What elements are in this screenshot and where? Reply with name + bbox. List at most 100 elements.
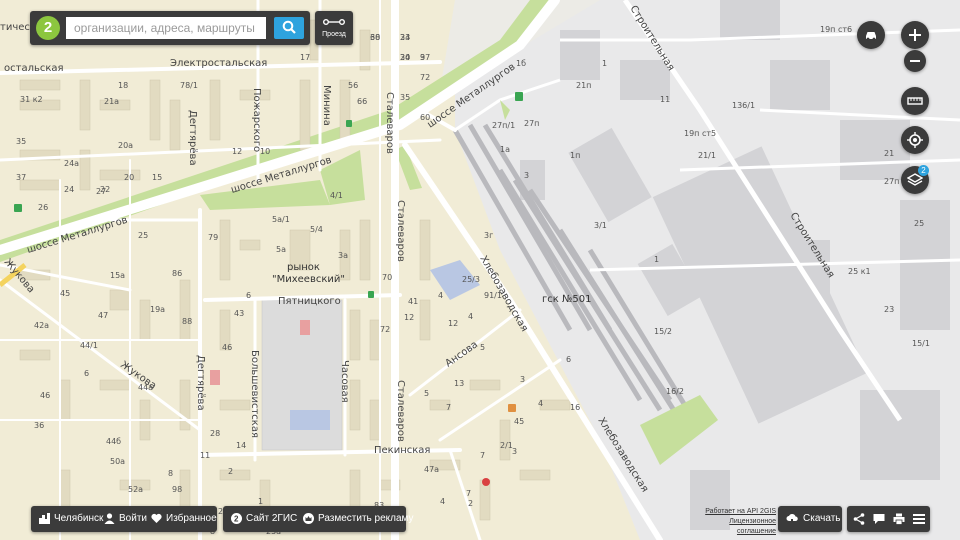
- house-number: 19п ст6: [820, 25, 852, 34]
- site-label: Сайт 2ГИС: [246, 513, 298, 524]
- site-2gis-link[interactable]: 2 Сайт 2ГИС: [231, 506, 297, 532]
- house-number: 12: [232, 147, 242, 156]
- favorites-button[interactable]: Избранное: [151, 506, 217, 532]
- house-number: 3: [524, 171, 529, 180]
- house-number: 5а: [276, 245, 286, 254]
- share-icon[interactable]: [853, 513, 865, 525]
- cloud-download-icon: [786, 514, 798, 524]
- search-button[interactable]: [274, 17, 304, 39]
- house-number: 2: [228, 467, 233, 476]
- city-selector[interactable]: Челябинск: [39, 506, 103, 532]
- layers-count-badge: 2: [918, 165, 929, 176]
- house-number: 20: [400, 53, 410, 62]
- house-number: 23: [884, 305, 894, 314]
- street-label: Часовая: [339, 360, 350, 403]
- print-icon[interactable]: [893, 513, 905, 525]
- route-button[interactable]: Проезд: [315, 11, 353, 45]
- house-number: 31 к2: [20, 95, 43, 104]
- zoom-in-button[interactable]: [901, 21, 929, 49]
- house-number: 8: [168, 469, 173, 478]
- school-building: [290, 410, 330, 430]
- house-number: 98: [172, 485, 182, 494]
- house-number: 25/3: [462, 275, 480, 284]
- house-number: 46: [222, 343, 232, 352]
- street-label: Сталеваров: [384, 92, 395, 154]
- ruler-button[interactable]: [901, 87, 929, 115]
- map-canvas[interactable]: Электростальская остальская тическ шоссе…: [0, 0, 960, 540]
- house-number: 136/1: [732, 101, 755, 110]
- house-number: 12: [404, 313, 414, 322]
- house-number: 5: [480, 343, 485, 352]
- house-number: 3: [520, 375, 525, 384]
- house-number: 21/1: [698, 151, 716, 160]
- locate-me-button[interactable]: [901, 126, 929, 154]
- house-number: 52а: [128, 485, 143, 494]
- house-number: 19а: [150, 305, 165, 314]
- house-number: 43: [234, 309, 244, 318]
- target-icon: [907, 132, 923, 148]
- advertise-link[interactable]: Разместить рекламу: [303, 506, 414, 532]
- search-icon: [282, 20, 296, 34]
- house-number: 9: [420, 53, 425, 62]
- download-label: Скачать: [803, 513, 841, 524]
- street-label: Минина: [321, 85, 332, 126]
- route-button-label: Проезд: [322, 31, 346, 38]
- login-button[interactable]: Войти: [104, 506, 147, 532]
- heart-icon: [151, 513, 162, 523]
- house-number: 4: [538, 399, 543, 408]
- traffic-button[interactable]: [857, 21, 885, 49]
- house-number: 28: [210, 429, 220, 438]
- license-link[interactable]: Лицензионное соглашение: [696, 517, 776, 537]
- house-number: 21а: [104, 97, 119, 106]
- house-number: 4: [468, 312, 473, 321]
- house-number: 4: [440, 497, 445, 506]
- credits: Работает на API 2GIS Лицензионное соглаш…: [696, 507, 776, 537]
- street-label: Пятницкого: [278, 296, 341, 307]
- street-label: Дегтярёва: [187, 110, 198, 166]
- house-number: 18: [118, 81, 128, 90]
- house-number: 7: [480, 451, 485, 460]
- house-number: 1: [602, 59, 607, 68]
- house-number: 15а: [110, 271, 125, 280]
- house-number: 4: [438, 291, 443, 300]
- house-number: 6: [566, 355, 571, 364]
- house-number: 20: [124, 173, 134, 182]
- house-number: 38: [370, 33, 380, 42]
- house-number: 6: [84, 369, 89, 378]
- feedback-icon[interactable]: [873, 513, 885, 525]
- house-number: 21: [884, 149, 894, 158]
- house-number: 11: [660, 95, 670, 104]
- house-number: 11: [200, 451, 210, 460]
- house-number: 21п: [576, 81, 591, 90]
- house-number: 7: [466, 489, 471, 498]
- house-number: 35: [16, 137, 26, 146]
- house-number: 27п/1: [492, 121, 515, 130]
- house-number: 15/2: [654, 327, 672, 336]
- house-number: 91/1: [484, 291, 502, 300]
- house-number: 25 к1: [848, 267, 871, 276]
- house-number: 50а: [110, 457, 125, 466]
- house-number: 1: [258, 497, 263, 506]
- car-icon: [866, 32, 876, 41]
- download-button[interactable]: Скачать: [778, 506, 842, 532]
- api-credit-link[interactable]: Работает на API 2GIS: [696, 507, 776, 517]
- search-input[interactable]: [66, 17, 266, 39]
- house-number: 2/1: [500, 441, 513, 450]
- user-icon: [104, 513, 115, 524]
- house-number: 24а: [64, 159, 79, 168]
- house-number: 15/1: [912, 339, 930, 348]
- hospital-building: [300, 320, 310, 335]
- svg-text:2: 2: [234, 515, 239, 524]
- street-label: Пекинская: [374, 445, 430, 456]
- house-number: 5а/1: [272, 215, 290, 224]
- street-label: остальская: [4, 63, 64, 74]
- house-number: 16: [570, 403, 580, 412]
- house-number: 41: [408, 297, 418, 306]
- house-number: 44б: [106, 437, 121, 446]
- street-label: Дегтярёва: [195, 355, 206, 411]
- brand-logo-icon[interactable]: 2: [36, 16, 60, 40]
- menu-icon[interactable]: [913, 513, 925, 525]
- house-number: 70: [382, 273, 392, 282]
- house-number: 1б: [516, 59, 526, 68]
- zoom-out-button[interactable]: [904, 50, 926, 72]
